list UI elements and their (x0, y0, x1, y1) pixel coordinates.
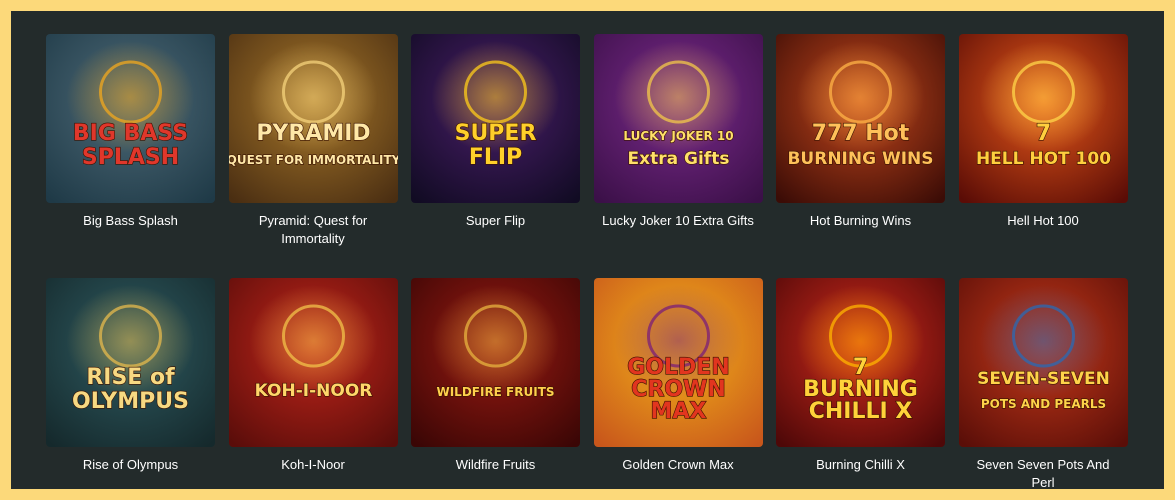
game-card-koh-i-noor[interactable]: KOH-I-NOOR Koh-I-Noor (228, 278, 398, 498)
game-logo-text: POTS AND PEARLS (980, 397, 1105, 411)
game-card-golden-crown-max[interactable]: GOLDEN CROWN MAX Golden Crown Max (593, 278, 763, 498)
game-thumbnail[interactable]: 7 HELL HOT 100 (958, 34, 1128, 203)
game-logo-text: HELL HOT 100 (975, 149, 1110, 169)
game-grid: BIG BASS SPLASH Big Bass Splash PYRAMID QUES… (46, 34, 1128, 498)
game-title[interactable]: Seven Seven Pots And Perl (959, 456, 1128, 492)
game-thumbnail[interactable]: SUPER FLIP (411, 34, 580, 203)
game-title[interactable]: Burning Chilli X (776, 456, 945, 474)
game-thumbnail[interactable]: KOH-I-NOOR (228, 278, 398, 447)
game-thumbnail[interactable]: WILDFIRE FRUITS (411, 278, 580, 447)
game-artwork: WILDFIRE FRUITS (411, 278, 580, 447)
game-title[interactable]: Rise of Olympus (46, 456, 215, 474)
game-artwork: 7 HELL HOT 100 (958, 34, 1128, 203)
game-card-wildfire-fruits[interactable]: WILDFIRE FRUITS Wildfire Fruits (411, 278, 580, 498)
game-thumbnail[interactable]: BIG BASS SPLASH (46, 34, 215, 203)
game-logo-text: 7 (1035, 121, 1050, 146)
game-logo-text: MAX (650, 399, 706, 424)
game-logo-text: CHILLI X (809, 399, 913, 424)
game-thumbnail[interactable]: 7 BURNING CHILLI X (776, 278, 945, 447)
game-grid-panel: BIG BASS SPLASH Big Bass Splash PYRAMID QUES… (11, 11, 1164, 490)
game-card-seven-seven-pots-and-perl[interactable]: SEVEN-SEVEN POTS AND PEARLS Seven Seven Po… (958, 278, 1128, 498)
game-artwork: KOH-I-NOOR (228, 278, 398, 447)
game-artwork: 777 Hot BURNING WINS (776, 34, 945, 203)
game-logo-text: SUPER (455, 121, 537, 146)
game-logo-text: RISE of (86, 365, 175, 390)
game-logo-text: OLYMPUS (72, 389, 189, 414)
game-card-super-flip[interactable]: SUPER FLIP Super Flip (411, 34, 580, 278)
game-logo-text: 777 Hot (812, 121, 910, 146)
game-card-big-bass-splash[interactable]: BIG BASS SPLASH Big Bass Splash (46, 34, 215, 278)
game-artwork: SEVEN-SEVEN POTS AND PEARLS (958, 278, 1128, 447)
game-artwork: SUPERFLIP (411, 34, 580, 203)
game-logo-text: BIG BASS (73, 121, 188, 146)
game-artwork: GOLDENCROWNMAX (593, 278, 763, 447)
game-thumbnail[interactable]: PYRAMID QUEST FOR IMMORTALITY (228, 34, 398, 203)
game-logo-text: KOH-I-NOOR (254, 381, 372, 401)
game-logo-text: LUCKY JOKER 10 (623, 129, 733, 143)
game-card-hell-hot-100[interactable]: 7 HELL HOT 100 Hell Hot 100 (958, 34, 1128, 278)
game-title[interactable]: Lucky Joker 10 Extra Gifts (594, 212, 763, 230)
game-logo-text: FLIP (469, 145, 522, 170)
game-thumbnail[interactable]: SEVEN-SEVEN POTS AND PEARLS (958, 278, 1128, 447)
game-logo-text: Extra Gifts (627, 149, 729, 169)
game-artwork: RISE ofOLYMPUS (46, 278, 215, 447)
game-logo-text: PYRAMID (256, 121, 370, 146)
game-title[interactable]: Pyramid: Quest for Immortality (229, 212, 398, 248)
game-thumbnail[interactable]: LUCKY JOKER 10 Extra Gifts (593, 34, 763, 203)
game-logo-text: SPLASH (82, 145, 179, 170)
game-artwork: 7BURNINGCHILLI X (776, 278, 945, 447)
game-logo-text: QUEST FOR IMMORTALITY (229, 153, 398, 167)
game-card-lucky-joker-10-extra-gifts[interactable]: LUCKY JOKER 10 Extra Gifts Lucky Joker 10 … (593, 34, 763, 278)
game-title[interactable]: Wildfire Fruits (411, 456, 580, 474)
game-artwork: PYRAMID QUEST FOR IMMORTALITY (228, 34, 398, 203)
game-thumbnail[interactable]: 777 Hot BURNING WINS (776, 34, 945, 203)
game-title[interactable]: Super Flip (411, 212, 580, 230)
game-title[interactable]: Golden Crown Max (594, 456, 763, 474)
game-title[interactable]: Koh-I-Noor (229, 456, 398, 474)
game-title[interactable]: Hell Hot 100 (959, 212, 1128, 230)
game-card-pyramid-quest-for-immortality[interactable]: PYRAMID QUEST FOR IMMORTALITY Pyramid: Que… (228, 34, 398, 278)
game-title[interactable]: Big Bass Splash (46, 212, 215, 230)
game-card-hot-burning-wins[interactable]: 777 Hot BURNING WINS Hot Burning Wins (776, 34, 945, 278)
game-title[interactable]: Hot Burning Wins (776, 212, 945, 230)
game-artwork: BIG BASSSPLASH (46, 34, 215, 203)
game-card-burning-chilli-x[interactable]: 7 BURNING CHILLI X Burning Chilli X (776, 278, 945, 498)
game-thumbnail[interactable]: GOLDEN CROWN MAX (593, 278, 763, 447)
game-logo-text: SEVEN-SEVEN (977, 369, 1110, 389)
game-thumbnail[interactable]: RISE of OLYMPUS (46, 278, 215, 447)
game-logo-text: WILDFIRE FRUITS (436, 385, 554, 399)
game-artwork: LUCKY JOKER 10 Extra Gifts (593, 34, 763, 203)
game-logo-text: BURNING WINS (787, 149, 933, 169)
game-card-rise-of-olympus[interactable]: RISE of OLYMPUS Rise of Olympus (46, 278, 215, 498)
